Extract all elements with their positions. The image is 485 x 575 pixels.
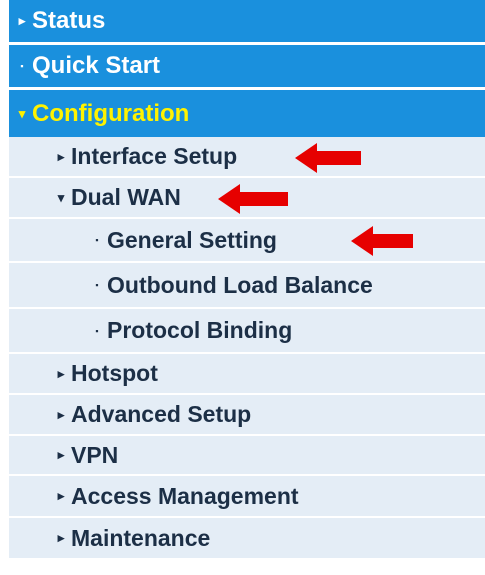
submenu-item-label: Interface Setup <box>71 143 238 169</box>
submenu-item-label: Maintenance <box>71 524 211 551</box>
bullet-dot-icon: ▪ <box>20 61 24 71</box>
bullet-dot-icon: ▪ <box>95 235 99 245</box>
triangle-right-icon: ▸ <box>57 406 65 422</box>
red-left-arrow-icon <box>351 226 413 256</box>
triangle-right-icon: ▸ <box>57 488 65 503</box>
menu-item-quick-start[interactable]: ▪ Quick Start <box>9 45 485 90</box>
menu-item-label: Configuration <box>32 99 190 127</box>
submenu-item-advanced-setup[interactable]: ▸ Advanced Setup <box>9 395 485 436</box>
submenu-item-outbound-load-balance[interactable]: ▪ Outbound Load Balance <box>9 263 485 309</box>
submenu-item-label: General Setting <box>107 226 277 253</box>
submenu-item-label: Access Management <box>71 482 299 509</box>
bullet-dot-icon: ▪ <box>95 325 99 336</box>
submenu-item-protocol-binding[interactable]: ▪ Protocol Binding <box>9 309 485 354</box>
submenu-item-label: Outbound Load Balance <box>107 271 373 298</box>
red-left-arrow-icon <box>218 184 288 214</box>
triangle-right-icon: ▸ <box>57 447 65 462</box>
menu-item-label: Status <box>32 7 106 34</box>
router-navigation-menu: ▸ Status ▪ Quick Start ▾ Configuration ▸… <box>9 0 485 560</box>
menu-item-status[interactable]: ▸ Status <box>9 0 485 45</box>
submenu-item-label: Hotspot <box>71 360 158 386</box>
submenu-item-interface-setup[interactable]: ▸ Interface Setup <box>9 137 485 178</box>
submenu-item-label: Advanced Setup <box>71 401 252 427</box>
submenu-item-dual-wan[interactable]: ▾ Dual WAN <box>9 178 485 219</box>
triangle-right-icon: ▸ <box>57 148 65 164</box>
triangle-right-icon: ▸ <box>57 365 65 381</box>
submenu-item-vpn[interactable]: ▸ VPN <box>9 436 485 476</box>
submenu-item-access-management[interactable]: ▸ Access Management <box>9 476 485 518</box>
submenu-item-hotspot[interactable]: ▸ Hotspot <box>9 354 485 395</box>
bullet-dot-icon: ▪ <box>95 280 99 290</box>
menu-item-label: Quick Start <box>32 52 161 79</box>
submenu-item-label: VPN <box>71 441 119 468</box>
submenu-item-label: Dual WAN <box>71 184 181 210</box>
triangle-right-icon: ▸ <box>18 13 26 28</box>
submenu-item-general-setting[interactable]: ▪ General Setting <box>9 219 485 263</box>
triangle-down-icon: ▾ <box>18 105 26 121</box>
triangle-down-icon: ▾ <box>57 189 65 205</box>
triangle-right-icon: ▸ <box>57 530 65 545</box>
submenu-item-label: Protocol Binding <box>107 317 293 343</box>
submenu-item-maintenance[interactable]: ▸ Maintenance <box>9 518 485 560</box>
menu-item-configuration[interactable]: ▾ Configuration <box>9 90 485 137</box>
red-left-arrow-icon <box>295 143 361 173</box>
